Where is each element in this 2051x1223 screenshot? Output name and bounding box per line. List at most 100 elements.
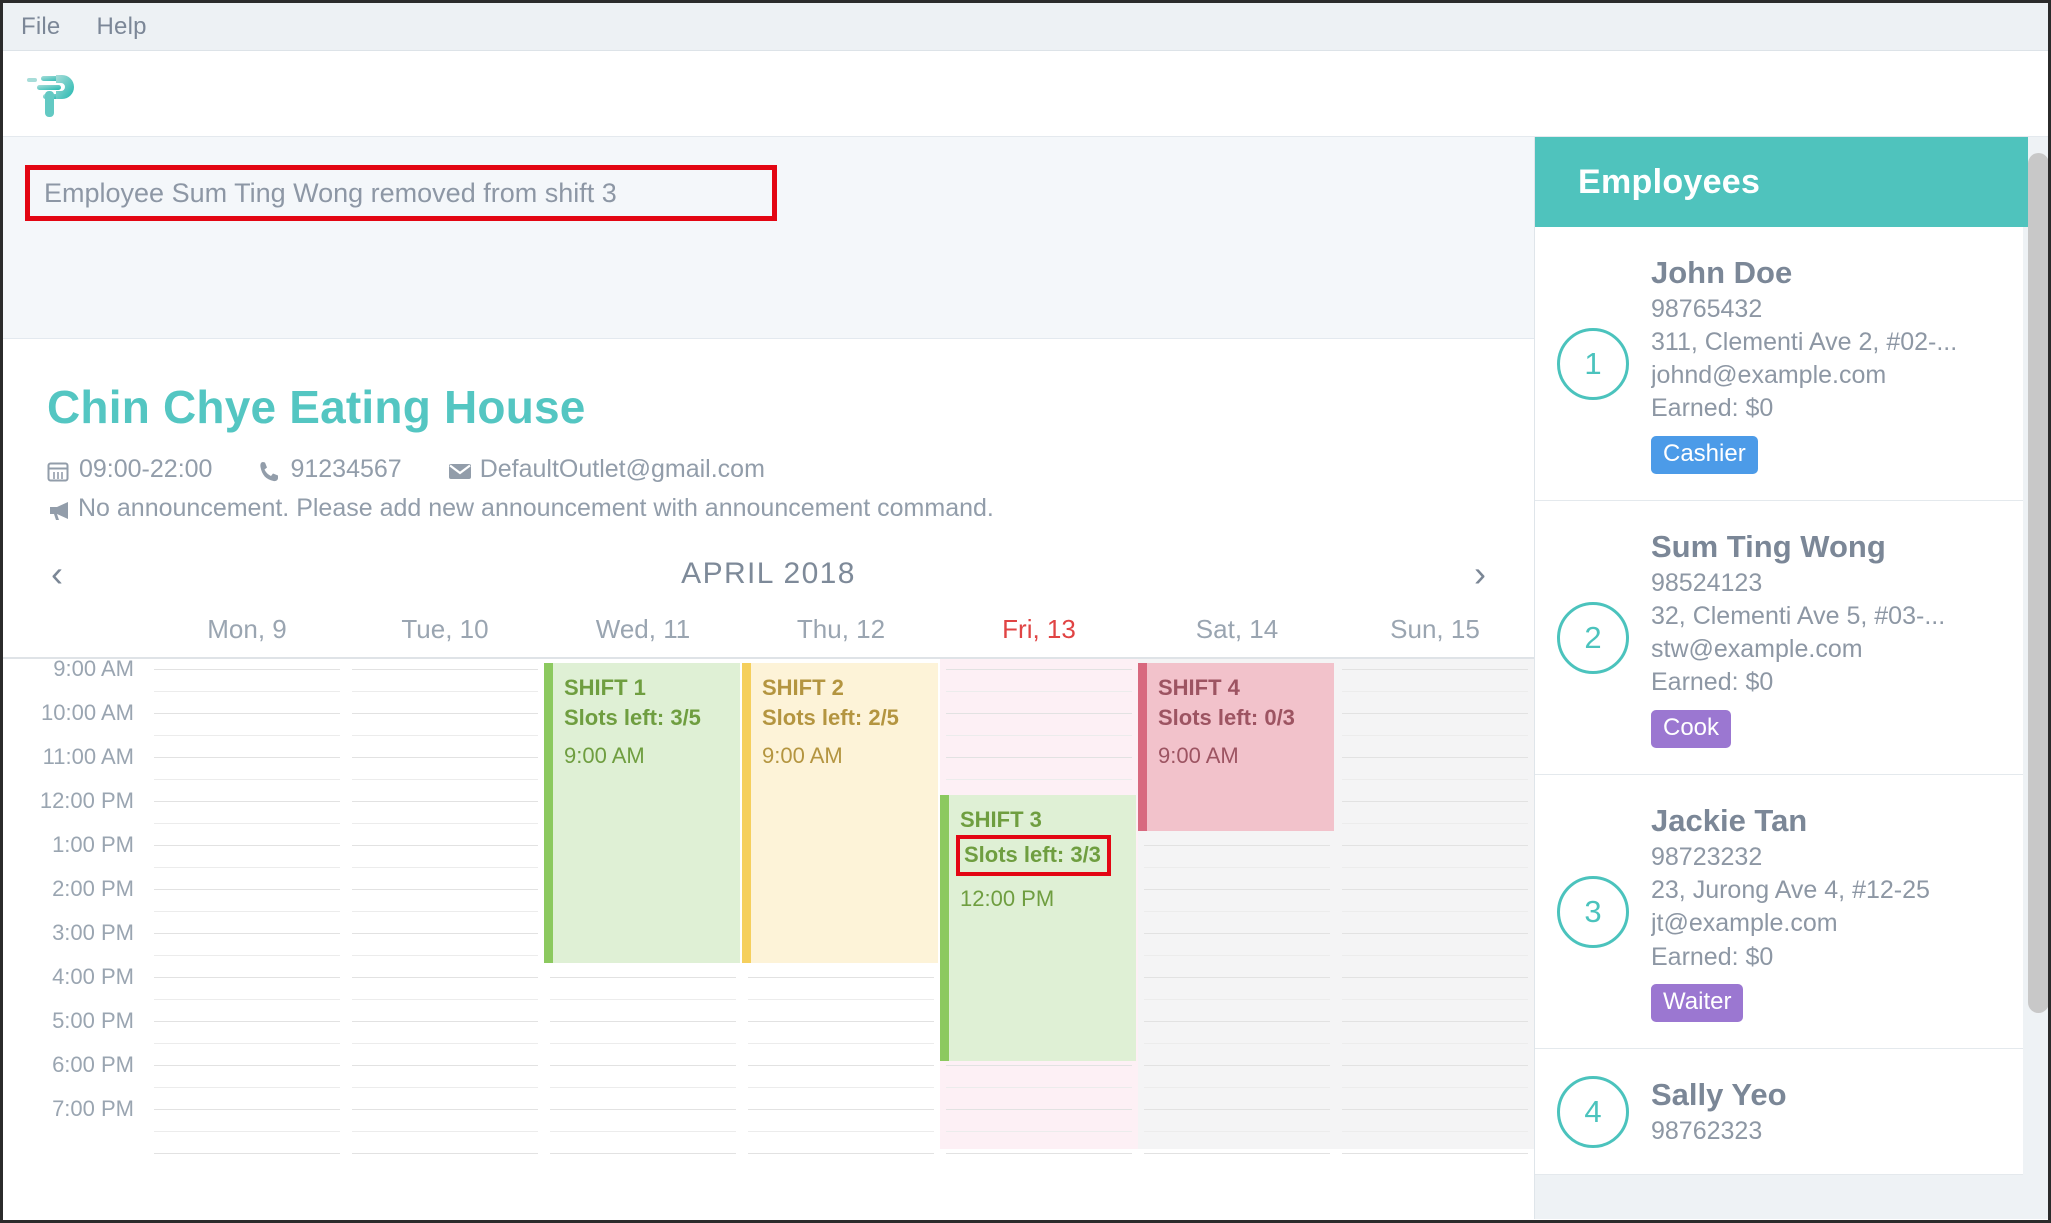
employee-details: Sally Yeo 98762323 xyxy=(1651,1075,2007,1148)
grid-line xyxy=(1342,779,1528,781)
employee-list-scrollbar[interactable] xyxy=(2028,137,2048,1219)
calendar-day-header: Tue, 10 xyxy=(401,613,489,644)
calendar-day-header: Mon, 9 xyxy=(207,613,287,644)
grid-line xyxy=(154,691,340,693)
grid-line xyxy=(154,669,340,671)
grid-line xyxy=(1144,1043,1330,1045)
prev-week-button[interactable]: ‹ xyxy=(37,556,77,592)
calendar-day-column[interactable]: SHIFT 3 Slots left: 3/3 12:00 PM xyxy=(940,659,1138,1155)
grid-line xyxy=(352,713,538,715)
grid-line xyxy=(1342,801,1528,803)
time-axis-column: 9:00 AM 10:00 AM 11:00 AM 12:00 PM 1:00 PM 2:… xyxy=(3,656,148,1149)
grid-line xyxy=(352,801,538,803)
calendar-day-column[interactable] xyxy=(148,659,346,1155)
next-week-button[interactable]: › xyxy=(1460,556,1500,592)
employees-sidebar: Employees 1 John Doe 98765432 311, Clementi… xyxy=(1534,137,2048,1219)
grid-line xyxy=(1342,1065,1528,1067)
shift-block[interactable]: SHIFT 2 Slots left: 2/5 9:00 AM xyxy=(742,663,938,964)
grid-line xyxy=(946,1131,1132,1133)
grid-line xyxy=(550,1043,736,1045)
grid-line xyxy=(352,955,538,957)
grid-line xyxy=(154,999,340,1001)
employee-list[interactable]: 1 John Doe 98765432 311, Clementi Ave 2, #0… xyxy=(1535,227,2048,1219)
menu-item-help[interactable]: Help xyxy=(96,13,146,41)
grid-line xyxy=(1342,911,1528,913)
calendar-day-column[interactable]: SHIFT 1 Slots left: 3/5 9:00 AM xyxy=(544,659,742,1155)
menu-item-file[interactable]: File xyxy=(21,13,60,41)
grid-line xyxy=(1144,1109,1330,1111)
app-header-bar xyxy=(3,51,2048,137)
grid-line xyxy=(550,1087,736,1089)
phone-icon xyxy=(258,460,280,484)
employee-email: stw@example.com xyxy=(1651,635,1863,664)
shift-slots-row: Slots left: 3/5 xyxy=(564,703,740,733)
grid-line xyxy=(748,1087,934,1089)
grid-line xyxy=(154,933,340,935)
day-columns: SHIFT 1 Slots left: 3/5 9:00 AM SHIFT 2 Slot… xyxy=(148,659,1534,1155)
employee-phone: 98762323 xyxy=(1651,1116,1763,1145)
grid-line xyxy=(946,757,1132,759)
grid-line xyxy=(154,1065,340,1067)
calendar-day-column[interactable]: SHIFT 2 Slots left: 2/5 9:00 AM xyxy=(742,659,940,1155)
grid-line xyxy=(946,1153,1132,1155)
grid-line xyxy=(352,1043,538,1045)
employee-details: Sum Ting Wong 98524123 32, Clementi Ave 5,… xyxy=(1651,527,2007,749)
outlet-info: Chin Chye Eating House 09:00-22:00 91234… xyxy=(3,339,1534,523)
grid-line xyxy=(154,713,340,715)
grid-line xyxy=(352,1065,538,1067)
shift-block[interactable]: SHIFT 1 Slots left: 3/5 9:00 AM xyxy=(544,663,740,964)
time-label: 12:00 PM xyxy=(39,788,134,814)
shift-start-time: 9:00 AM xyxy=(1158,742,1239,768)
grid-line xyxy=(1144,911,1330,913)
employees-title: Employees xyxy=(1578,162,1761,201)
calendar-day-column[interactable]: SHIFT 4 Slots left: 0/3 9:00 AM xyxy=(1138,659,1336,1155)
grid-line xyxy=(1144,977,1330,979)
employee-address: 311, Clementi Ave 2, #02-... xyxy=(1651,327,1958,356)
time-label: 3:00 PM xyxy=(52,920,134,946)
shift-slots-row: Slots left: 2/5 xyxy=(762,703,938,733)
grid-line xyxy=(748,977,934,979)
grid-line xyxy=(1342,933,1528,935)
grid-line xyxy=(154,735,340,737)
employee-card[interactable]: 4 Sally Yeo 98762323 xyxy=(1535,1049,2023,1176)
outlet-contact-row: 09:00-22:00 91234567 DefaultOutlet@gmail… xyxy=(47,455,1534,484)
grid-line xyxy=(1144,933,1330,935)
grid-line xyxy=(1144,867,1330,869)
grid-line xyxy=(1144,1153,1330,1155)
calendar-day-header: Sun, 15 xyxy=(1390,613,1480,644)
grid-line xyxy=(154,1109,340,1111)
calendar-day-column[interactable] xyxy=(1336,659,1534,1155)
grid-line xyxy=(946,779,1132,781)
shift-slots-left: Slots left: 3/3 xyxy=(956,834,1111,876)
employee-card[interactable]: 1 John Doe 98765432 311, Clementi Ave 2, #0… xyxy=(1535,227,2023,502)
employee-index-badge: 1 xyxy=(1557,327,1629,400)
grid-line xyxy=(154,867,340,869)
grid-line xyxy=(946,1109,1132,1111)
grid-line xyxy=(946,1065,1132,1067)
time-label: 2:00 PM xyxy=(52,876,134,902)
calendar-day-column[interactable] xyxy=(346,659,544,1155)
grid-line xyxy=(1342,1153,1528,1155)
shift-block[interactable]: SHIFT 4 Slots left: 0/3 9:00 AM xyxy=(1138,663,1334,832)
employee-card[interactable]: 3 Jackie Tan 98723232 23, Jurong Ave 4, #12… xyxy=(1535,775,2023,1050)
grid-line xyxy=(550,1109,736,1111)
shift-slots-left: Slots left: 3/5 xyxy=(564,704,701,730)
grid-line xyxy=(352,669,538,671)
shift-start-time: 9:00 AM xyxy=(762,742,843,768)
grid-line xyxy=(154,1153,340,1155)
employee-name: John Doe xyxy=(1651,255,1793,290)
grid-line xyxy=(352,911,538,913)
megaphone-icon xyxy=(47,499,69,523)
employee-earned: Earned: $0 xyxy=(1651,668,1774,697)
grid-line xyxy=(352,823,538,825)
grid-line xyxy=(1342,889,1528,891)
time-label: 9:00 AM xyxy=(53,656,134,682)
grid-line xyxy=(550,977,736,979)
grid-line xyxy=(352,1109,538,1111)
grid-line xyxy=(1342,757,1528,759)
scrollbar-thumb[interactable] xyxy=(2028,153,2048,1013)
employee-card[interactable]: 2 Sum Ting Wong 98524123 32, Clementi Ave 5… xyxy=(1535,501,2023,776)
outlet-hours: 09:00-22:00 xyxy=(79,455,213,484)
result-message: Employee Sum Ting Wong removed from shif… xyxy=(25,165,777,221)
shift-block[interactable]: SHIFT 3 Slots left: 3/3 12:00 PM xyxy=(940,795,1136,1062)
